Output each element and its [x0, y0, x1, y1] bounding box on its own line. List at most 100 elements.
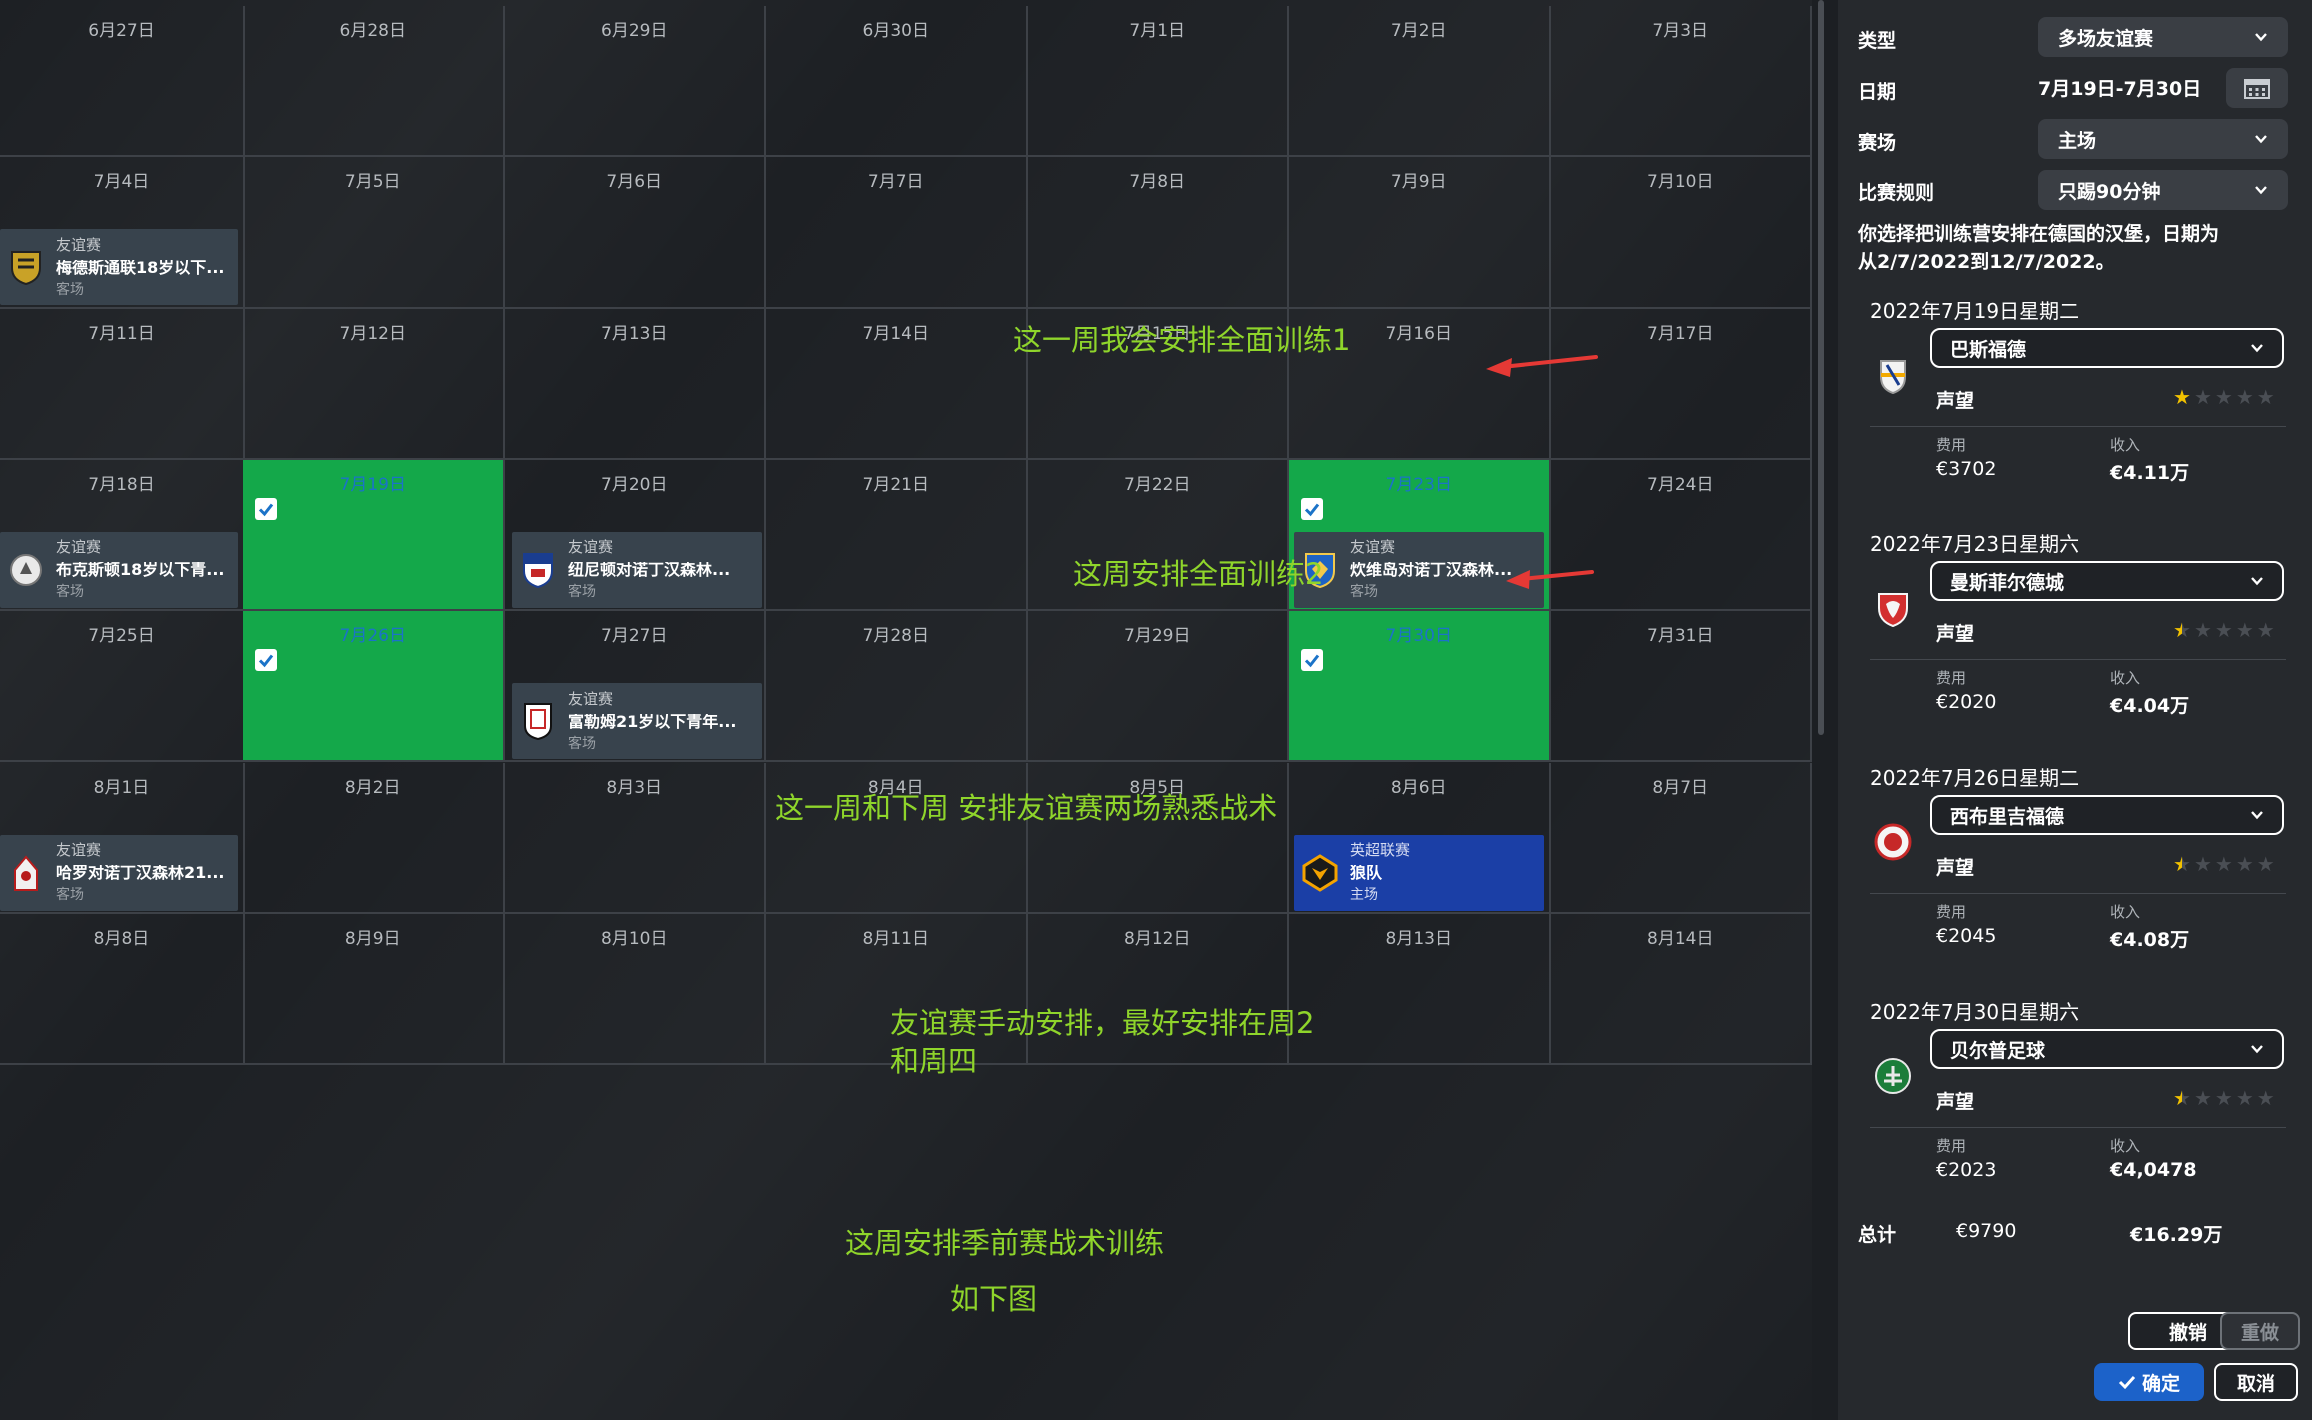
calendar-day[interactable]: 6月27日: [0, 6, 245, 158]
day-checkbox[interactable]: [1301, 497, 1323, 520]
calendar-day[interactable]: 7月25日: [0, 611, 245, 763]
calendar-day[interactable]: 7月10日: [1550, 157, 1812, 309]
calendar-day[interactable]: 8月13日: [1289, 913, 1551, 1066]
rules-value: 只踢90分钟: [2058, 180, 2161, 203]
calendar-day[interactable]: 7月2日: [1289, 6, 1551, 158]
calendar-event[interactable]: 友谊赛 布克斯顿18岁以下青... 客场: [0, 531, 238, 608]
calendar-day[interactable]: 6月28日: [243, 6, 505, 158]
day-label: 8月3日: [606, 777, 663, 798]
reputation-stars: ★ ★ ★ ★ ★: [2173, 387, 2275, 407]
event-name: 富勒姆21岁以下青年...: [568, 713, 737, 730]
opponent-dropdown[interactable]: 贝尔普足球: [1930, 1029, 2284, 1069]
calendar-day[interactable]: 7月6日: [504, 157, 766, 309]
calendar-day[interactable]: 7月5日: [243, 157, 505, 309]
event-type: 友谊赛: [56, 841, 102, 859]
day-label: 7月26日: [339, 626, 406, 647]
calendar-day[interactable]: 8月2日: [243, 762, 505, 914]
calendar-day[interactable]: 7月1日: [1027, 6, 1289, 158]
calendar-day[interactable]: 7月13日: [504, 308, 766, 460]
calendar-event[interactable]: 友谊赛 哈罗对诺丁汉森林21... 客场: [0, 834, 238, 911]
calendar-day[interactable]: 7月8日: [1027, 157, 1289, 309]
calendar-day[interactable]: 7月9日: [1289, 157, 1551, 309]
day-label: 7月27日: [601, 626, 668, 647]
day-label: 7月18日: [88, 474, 155, 495]
type-dropdown[interactable]: 多场友谊赛: [2038, 17, 2288, 57]
day-label: 6月29日: [601, 21, 668, 41]
day-label: 7月22日: [1124, 474, 1191, 495]
west-bridgford-crest-icon: [1870, 819, 1916, 865]
calendar-day[interactable]: 6月29日: [504, 6, 766, 158]
rules-dropdown[interactable]: 只踢90分钟: [2038, 170, 2288, 210]
calendar-event[interactable]: 友谊赛 炊维岛对诺丁汉森林... 客场: [1294, 531, 1544, 608]
calendar-event[interactable]: 友谊赛 纽尼顿对诺丁汉森林... 客场: [512, 531, 762, 608]
confirm-button[interactable]: 确定: [2094, 1363, 2204, 1401]
calendar-day[interactable]: 7月19日: [243, 459, 505, 612]
chevron-down-icon: [2251, 577, 2263, 586]
star-icon: ★: [2235, 618, 2254, 642]
calendar-scrollbar[interactable]: [1818, 0, 1824, 735]
confirm-label: 确定: [2141, 1372, 2180, 1395]
day-label: 7月24日: [1647, 474, 1714, 495]
calendar-picker-button[interactable]: [2226, 68, 2288, 108]
calendar-day[interactable]: 8月14日: [1550, 913, 1812, 1066]
event-type: 英超联赛: [1350, 841, 1411, 859]
day-label: 8月7日: [1652, 777, 1709, 798]
calendar-day[interactable]: 7月28日: [766, 611, 1028, 763]
cancel-button[interactable]: 取消: [2214, 1363, 2298, 1401]
redo-button[interactable]: 重做: [2220, 1312, 2300, 1350]
calendar-day[interactable]: 7月12日: [243, 308, 505, 460]
day-checkbox[interactable]: [1301, 649, 1323, 672]
calendar-event[interactable]: 英超联赛 狼队 主场: [1294, 834, 1544, 911]
day-label: 7月3日: [1652, 21, 1709, 41]
harrow-crest-icon: [6, 853, 46, 893]
calendar-day[interactable]: 7月17日: [1550, 308, 1812, 460]
day-label: 7月10日: [1647, 172, 1714, 193]
event-venue: 客场: [568, 584, 596, 601]
calendar-day[interactable]: 7月24日: [1550, 459, 1812, 612]
calendar-day[interactable]: 8月7日: [1550, 762, 1812, 914]
star-icon: ★: [2256, 618, 2275, 642]
star-icon: ★: [2193, 618, 2212, 642]
calendar-day[interactable]: 7月30日: [1289, 611, 1551, 763]
half-star-icon: ★: [2173, 1086, 2191, 1110]
calendar-day[interactable]: 8月8日: [0, 913, 245, 1066]
calendar-day[interactable]: 8月3日: [504, 762, 766, 914]
annotation-week-training-2: 这周安排全面训练2: [1073, 557, 1324, 591]
income-label: 收入: [2110, 669, 2141, 687]
calendar-day[interactable]: 8月4日: [766, 762, 1028, 914]
date-range-value: 7月19日-7月30日: [2038, 78, 2202, 100]
calendar-day[interactable]: 7月14日: [766, 308, 1028, 460]
day-checkbox[interactable]: [255, 497, 277, 520]
calendar-day[interactable]: 7月21日: [766, 459, 1028, 612]
calendar-day[interactable]: 7月26日: [243, 611, 505, 763]
income-label: 收入: [2110, 1137, 2141, 1155]
day-label: 7月13日: [601, 323, 668, 344]
opponent-dropdown[interactable]: 巴斯福德: [1930, 328, 2284, 368]
cancel-label: 取消: [2236, 1372, 2275, 1395]
nuneaton-crest-icon: [518, 550, 558, 590]
chevron-down-icon: [2255, 186, 2267, 195]
calendar-day[interactable]: 7月31日: [1550, 611, 1812, 763]
chevron-down-icon: [2251, 811, 2263, 820]
opponent-dropdown[interactable]: 西布里吉福德: [1930, 795, 2284, 835]
calendar-day[interactable]: 8月9日: [243, 913, 505, 1066]
day-checkbox[interactable]: [255, 649, 277, 672]
venue-dropdown[interactable]: 主场: [2038, 119, 2288, 159]
income-value: €4.08万: [2110, 929, 2190, 951]
star-icon: ★: [2235, 852, 2254, 876]
training-camp-info: 你选择把训练营安排在德国的汉堡，日期为 从2/7/2022到12/7/2022。: [1858, 220, 2258, 276]
calendar-day[interactable]: 8月5日: [1027, 762, 1289, 914]
calendar-event[interactable]: 友谊赛 富勒姆21岁以下青年... 客场: [512, 683, 762, 760]
calendar-day[interactable]: 6月30日: [766, 6, 1028, 158]
calendar-day[interactable]: 7月29日: [1027, 611, 1289, 763]
day-label: 7月14日: [862, 323, 929, 344]
calendar-day[interactable]: 7月11日: [0, 308, 245, 460]
opponent-dropdown[interactable]: 曼斯菲尔德城: [1930, 561, 2284, 601]
calendar-day[interactable]: 7月7日: [766, 157, 1028, 309]
fee-label: 费用: [1936, 903, 1967, 921]
star-icon: ★: [2214, 1086, 2233, 1110]
star-icon: ★: [2256, 1086, 2275, 1110]
calendar-day[interactable]: 8月10日: [504, 913, 766, 1066]
calendar-day[interactable]: 7月3日: [1550, 6, 1812, 158]
calendar-event[interactable]: 友谊赛 梅德斯通联18岁以下... 客场: [0, 229, 238, 306]
